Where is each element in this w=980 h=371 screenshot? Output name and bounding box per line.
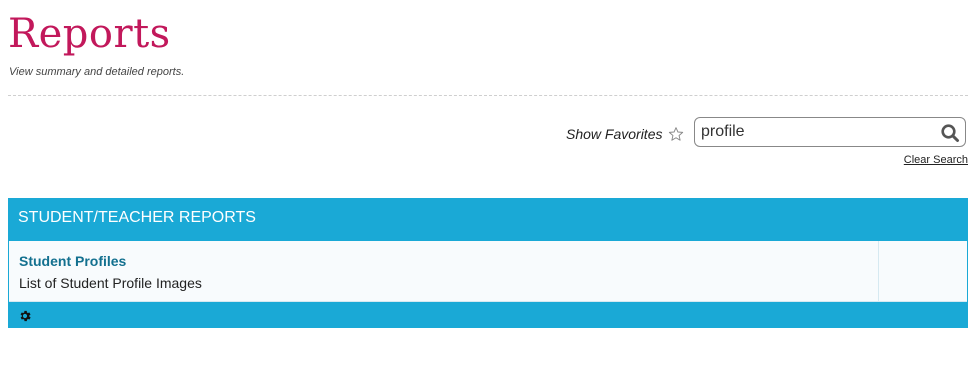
clear-search-link[interactable]: Clear Search — [904, 154, 968, 166]
page-subtitle: View summary and detailed reports. — [9, 66, 185, 78]
star-icon[interactable] — [668, 126, 684, 142]
report-row[interactable]: Student Profiles List of Student Profile… — [9, 241, 967, 302]
report-description: List of Student Profile Images — [19, 275, 202, 291]
report-link-student-profiles[interactable]: Student Profiles — [19, 253, 126, 269]
report-group-title: STUDENT/TEACHER REPORTS — [18, 209, 256, 226]
show-favorites-label[interactable]: Show Favorites — [566, 126, 662, 142]
search-input[interactable] — [701, 121, 931, 143]
gear-icon[interactable] — [18, 309, 32, 323]
report-cell: Student Profiles List of Student Profile… — [9, 241, 879, 301]
search-box[interactable] — [694, 117, 966, 147]
show-favorites-toggle[interactable]: Show Favorites — [566, 126, 684, 142]
page-title: Reports — [8, 11, 171, 57]
report-group-panel: STUDENT/TEACHER REPORTS Student Profiles… — [8, 198, 968, 328]
search-icon[interactable] — [940, 123, 960, 143]
header-divider — [8, 95, 968, 96]
